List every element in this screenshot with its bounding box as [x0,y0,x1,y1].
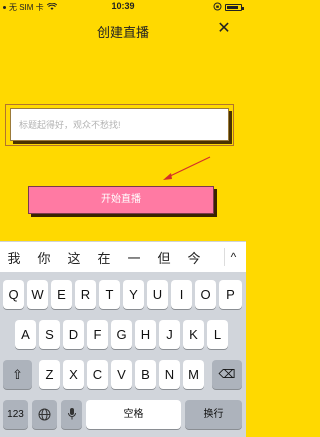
microphone-icon [67,408,77,420]
key-d[interactable]: D [63,320,84,349]
status-time: 10:39 [111,1,135,11]
key-j[interactable]: J [159,320,180,349]
return-key[interactable]: 换行 [185,400,242,429]
key-e[interactable]: E [51,280,72,309]
expand-candidates-icon[interactable]: ^ [224,248,242,266]
numbers-key[interactable]: 123 [3,400,28,429]
key-y[interactable]: Y [123,280,144,309]
key-n[interactable]: N [159,360,180,389]
candidate-item[interactable]: 我 [1,248,27,267]
key-z[interactable]: Z [39,360,60,389]
globe-key[interactable] [32,400,57,429]
candidate-item[interactable]: 在 [91,248,117,267]
battery-icon [225,4,244,11]
status-right [213,2,244,13]
candidate-item[interactable]: 这 [61,248,87,267]
close-button[interactable]: ✕ [214,19,234,39]
key-u[interactable]: U [147,280,168,309]
space-key[interactable]: 空格 [86,400,181,429]
candidate-bar: 我 你 这 在 一 但 今 ^ [0,241,246,272]
key-f[interactable]: F [87,320,108,349]
title-input-container [10,108,229,141]
key-i[interactable]: I [171,280,192,309]
microphone-key[interactable] [61,400,82,429]
key-c[interactable]: C [87,360,108,389]
close-icon: ✕ [217,20,231,37]
key-v[interactable]: V [111,360,132,389]
keyboard: Q W E R T Y U I O P A S D F G H J K L ⇧ … [0,272,246,437]
key-h[interactable]: H [135,320,156,349]
key-m[interactable]: M [183,360,204,389]
page-title: 创建直播 [96,25,149,40]
delete-icon: ⌫ [218,367,236,381]
key-t[interactable]: T [99,280,120,309]
key-b[interactable]: B [135,360,156,389]
title-input[interactable] [11,109,228,140]
key-o[interactable]: O [195,280,216,309]
key-q[interactable]: Q [3,280,24,309]
shift-icon: ⇧ [12,367,23,382]
start-live-button[interactable]: 开始直播 [28,186,214,214]
key-p[interactable]: P [219,280,242,309]
shift-key[interactable]: ⇧ [3,360,32,389]
annotation-arrow-icon [163,156,211,180]
globe-icon [38,408,51,421]
candidate-item[interactable]: 但 [151,248,177,267]
candidate-item[interactable]: 一 [121,248,147,267]
key-g[interactable]: G [111,320,132,349]
key-a[interactable]: A [15,320,36,349]
candidate-item[interactable]: 今 [181,248,207,267]
status-bar: 无 SIM 卡 10:39 [0,0,246,14]
battery-fill [227,6,239,9]
key-s[interactable]: S [39,320,60,349]
key-l[interactable]: L [207,320,228,349]
orientation-lock-icon [213,2,222,13]
delete-key[interactable]: ⌫ [212,360,242,389]
key-w[interactable]: W [27,280,48,309]
key-k[interactable]: K [183,320,204,349]
candidate-item[interactable]: 你 [31,248,57,267]
key-x[interactable]: X [63,360,84,389]
key-r[interactable]: R [75,280,96,309]
